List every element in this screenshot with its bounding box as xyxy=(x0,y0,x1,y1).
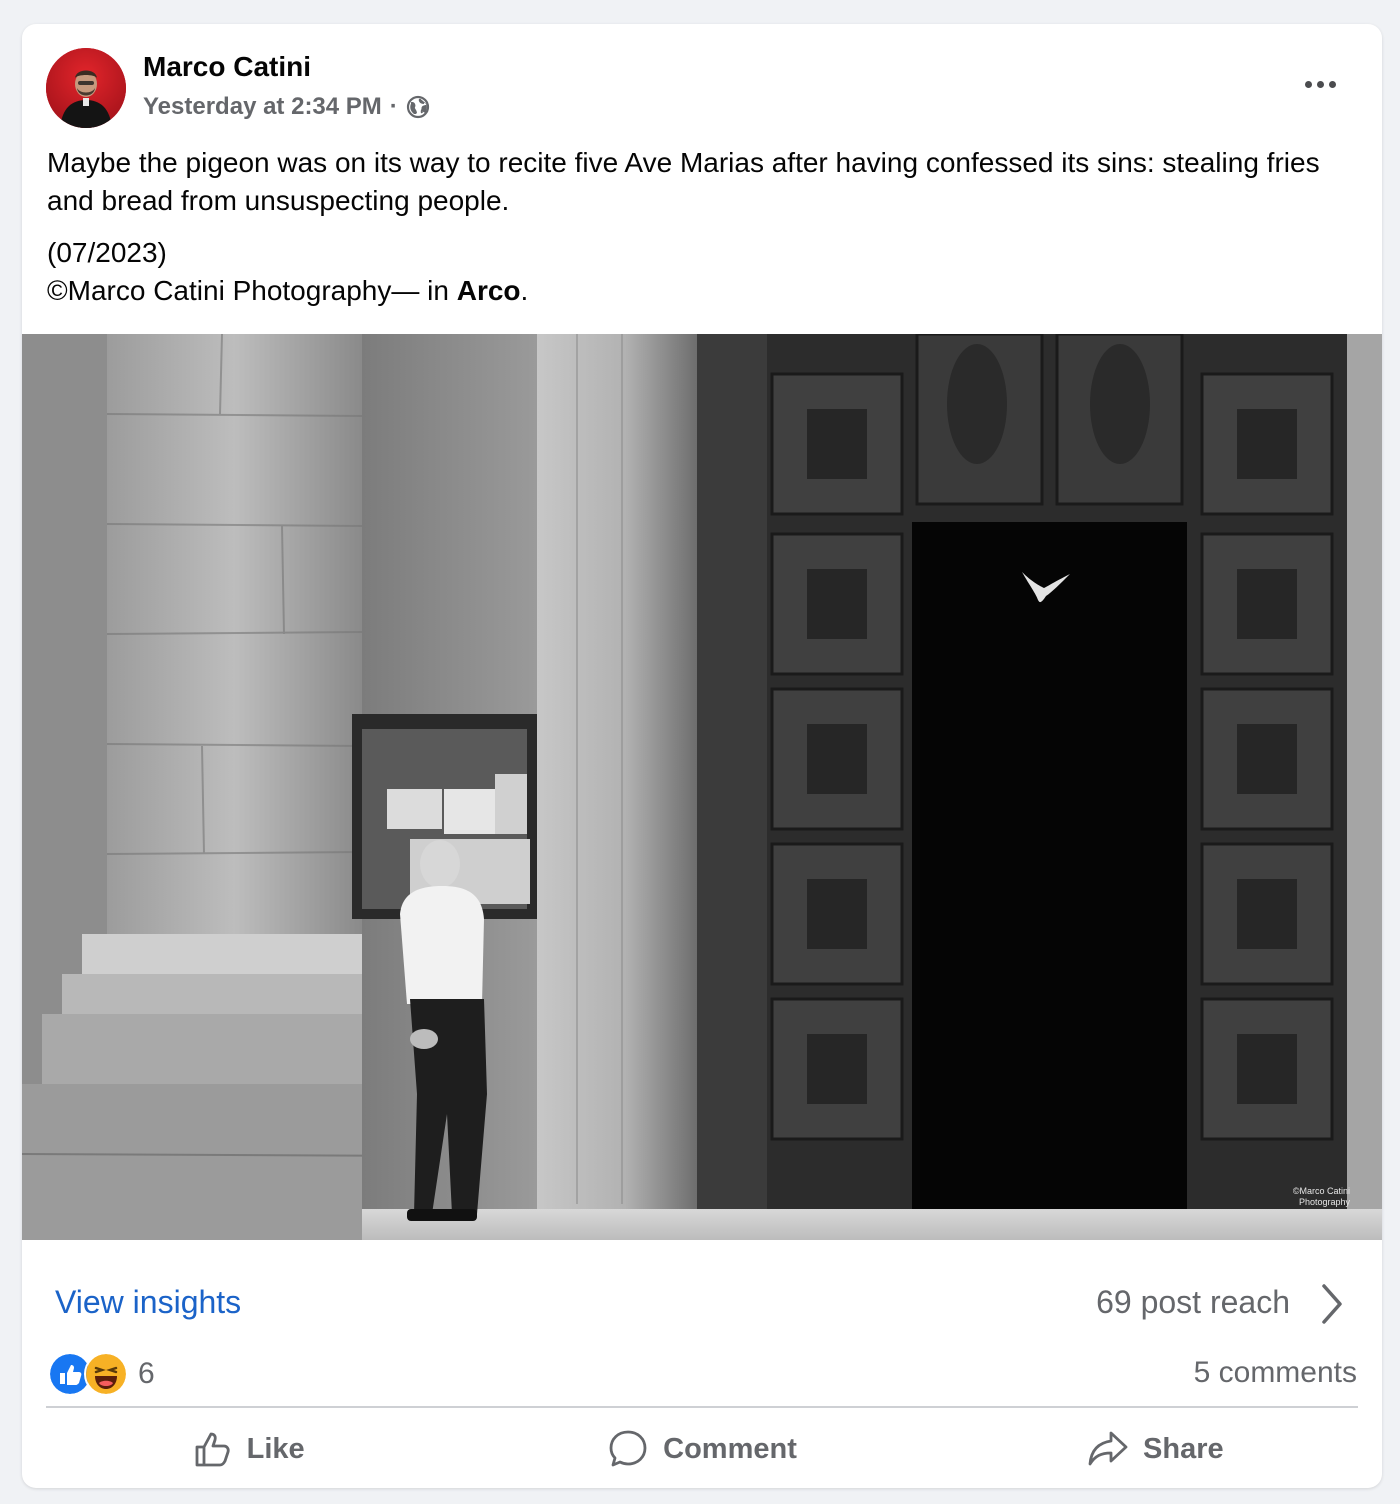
more-dot xyxy=(1328,80,1336,88)
comment-label: Comment xyxy=(663,1432,797,1465)
post-card: Marco Catini Yesterday at 2:34 PM · Mayb… xyxy=(22,24,1382,1488)
post-caption: Maybe the pigeon was on its way to recit… xyxy=(47,147,1320,216)
haha-reaction-icon xyxy=(84,1352,128,1396)
avatar[interactable] xyxy=(46,48,126,128)
post-reach[interactable]: 69 post reach xyxy=(1096,1284,1290,1321)
share-button[interactable]: Share xyxy=(929,1414,1382,1484)
chevron-right-icon[interactable] xyxy=(1316,1282,1346,1326)
share-label: Share xyxy=(1143,1432,1224,1465)
post-date: (07/2023) xyxy=(47,237,167,268)
comment-button[interactable]: Comment xyxy=(475,1414,928,1484)
author-name[interactable]: Marco Catini xyxy=(143,50,311,84)
reactions-summary[interactable]: 6 xyxy=(48,1352,155,1396)
post-meta: Yesterday at 2:34 PM · xyxy=(143,90,430,124)
photo-watermark-line1: ©Marco Catini xyxy=(1293,1186,1350,1196)
photo-watermark-line2: Photography xyxy=(1299,1197,1351,1207)
credit-text: ©Marco Catini Photography— in xyxy=(47,275,457,306)
post-stats: 6 5 comments xyxy=(22,1346,1382,1406)
more-horizontal-icon xyxy=(1304,80,1312,88)
location-link[interactable]: Arco xyxy=(457,275,521,306)
insights-bar: View insights 69 post reach xyxy=(22,1240,1382,1340)
more-dot xyxy=(1316,80,1324,88)
view-insights-link[interactable]: View insights xyxy=(55,1284,241,1321)
post-header: Marco Catini Yesterday at 2:34 PM · xyxy=(22,24,1382,134)
credit-suffix: . xyxy=(520,275,529,306)
more-options-button[interactable] xyxy=(1292,64,1348,104)
meta-separator: · xyxy=(389,93,398,120)
reaction-count: 6 xyxy=(138,1357,155,1390)
comment-icon xyxy=(609,1430,647,1467)
action-bar: Like Comment Share xyxy=(22,1414,1382,1484)
post-photo[interactable]: ©Marco Catini Photography xyxy=(22,332,1382,1240)
post-credit: ©Marco Catini Photography— in Arco. xyxy=(47,272,1357,310)
post-text: Maybe the pigeon was on its way to recit… xyxy=(47,144,1357,310)
divider xyxy=(46,1406,1358,1408)
post-timestamp[interactable]: Yesterday at 2:34 PM xyxy=(143,93,382,121)
like-label: Like xyxy=(246,1432,305,1465)
globe-icon[interactable] xyxy=(406,95,430,119)
comments-count[interactable]: 5 comments xyxy=(1194,1356,1357,1390)
like-button[interactable]: Like xyxy=(22,1414,475,1484)
thumbs-up-icon xyxy=(195,1432,230,1467)
share-icon xyxy=(1088,1431,1128,1466)
